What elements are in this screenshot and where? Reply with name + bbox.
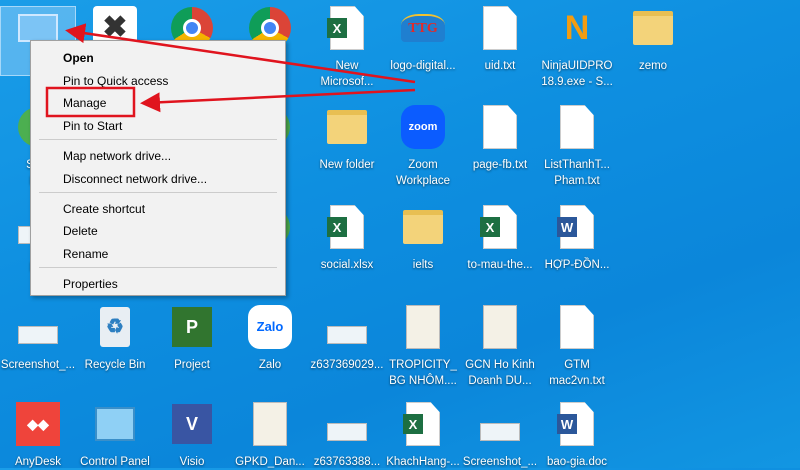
annotation-overlay xyxy=(45,23,416,118)
arrow-to-this-pc xyxy=(65,23,416,84)
manage-highlight-box xyxy=(45,86,136,118)
arrow-to-manage xyxy=(140,88,416,113)
